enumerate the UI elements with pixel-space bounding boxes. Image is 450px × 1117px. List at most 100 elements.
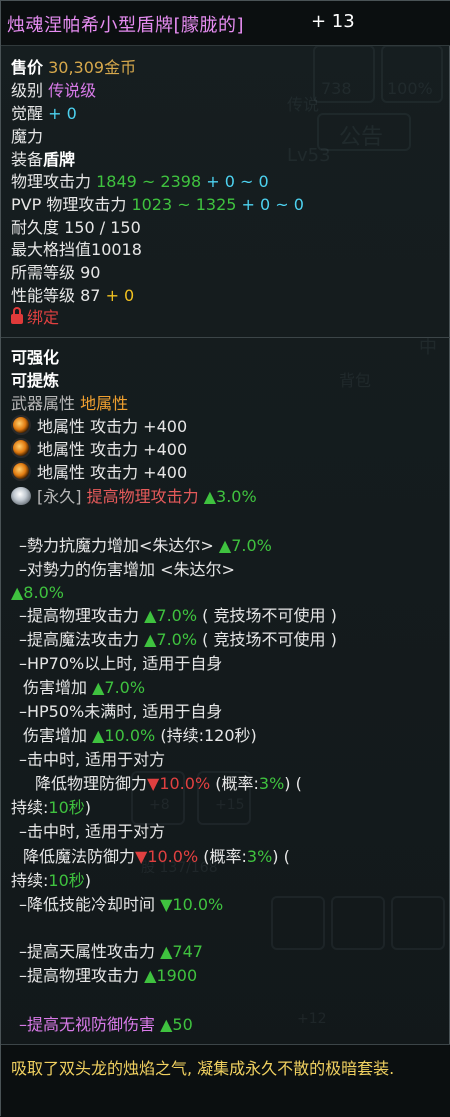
effect-text: 伤害增加: [23, 726, 88, 745]
effect-sky-atk: –提高天属性攻击力 ▲747: [19, 941, 203, 963]
price-label: 售价: [11, 58, 44, 77]
effect-hp70-condition: –HP70%以上时, 适用于自身: [19, 653, 222, 675]
effect-note: (持续:120秒): [160, 726, 257, 745]
bg-bag-label: 背包: [339, 371, 372, 390]
effect-value: ▲10.0%: [92, 726, 156, 745]
effect-value: ▲7.0%: [144, 606, 198, 625]
effect-end: ): [84, 871, 92, 890]
durability-label: 耐久度: [11, 218, 60, 237]
effect-dur: 10秒: [48, 871, 85, 890]
req-level-row: 所需等级 90: [11, 262, 100, 284]
item-enhance-level: + 13: [311, 11, 355, 32]
perf-level-value: 87: [80, 286, 101, 305]
effect-value: ▼10.0%: [135, 847, 199, 866]
bg-plus8-label: +8: [149, 797, 170, 813]
effect-condition: –击中时, 适用于对方: [19, 750, 166, 769]
block-row: 最大格挡值10018: [11, 239, 142, 261]
effect-text: 降低魔法防御力: [23, 847, 136, 866]
effect-text: 降低物理防御力: [35, 774, 148, 793]
effect-prob-label: (概率:: [215, 774, 259, 793]
effect-end: ): [84, 798, 92, 817]
orb-row-2: 地属性 攻击力 +400: [11, 438, 187, 461]
bg-slot-box-7: [391, 896, 445, 950]
effect-phys-def-down: 降低物理防御力▼10.0% (概率:3%) (: [35, 773, 302, 795]
grade-label: 级别: [11, 81, 44, 100]
earth-orb-icon: [11, 461, 31, 481]
effect-magic-def-down: 降低魔法防御力▼10.0% (概率:3%) (: [23, 846, 290, 868]
phys-atk-label: 物理攻击力: [11, 172, 92, 191]
effect-condition: –HP70%以上时, 适用于自身: [19, 654, 223, 673]
bg-level-label: Lv53: [287, 145, 331, 166]
bg-slot-box: [313, 45, 375, 103]
effect-text: –提高物理攻击力: [19, 606, 140, 625]
bound-row: 绑定: [11, 307, 59, 329]
awaken-label: 觉醒: [11, 104, 44, 123]
phys-atk-bonus: + 0 ~ 0: [206, 172, 269, 191]
durability-row: 耐久度 150 / 150: [11, 217, 141, 239]
effect-prob: 3%: [246, 847, 273, 866]
bg-count-label: 738: [321, 79, 352, 98]
bg-plus15-label: +15: [215, 797, 245, 813]
req-level-value: 90: [80, 263, 101, 282]
earth-orb-icon: [11, 415, 31, 435]
effect-cooldown: –降低技能冷却时间 ▼10.0%: [19, 894, 223, 916]
effect-phys-atk: –提高物理攻击力 ▲7.0% ( 竞技场不可使用 ): [19, 605, 337, 627]
effect-value: ▲7.0%: [92, 678, 146, 697]
effect-text: –提高无视防御伤害: [19, 1015, 156, 1034]
effect-value: ▲50: [160, 1015, 193, 1034]
effect-hit-condition-2: –击中时, 适用于对方: [19, 821, 165, 843]
effect-text: –对勢力的伤害增加 <朱达尔>: [19, 560, 235, 579]
effect-value: ▼10.0%: [147, 774, 211, 793]
orb-text: 地属性 攻击力 +400: [37, 463, 188, 482]
awaken-value: + 0: [48, 104, 77, 123]
effect-dur: 10秒: [48, 798, 85, 817]
effect-value: ▲1900: [144, 966, 198, 985]
effect-faction-damage-value-row: ▲8.0%: [11, 582, 64, 604]
orb-row-3: 地属性 攻击力 +400: [11, 461, 187, 484]
effect-value: ▲7.0%: [144, 630, 198, 649]
orb-text: 地属性 攻击力 +400: [37, 440, 188, 459]
item-tooltip: 1频道 738 100% 传说 公告 Lv53 背包 中 +8 +15 股 13…: [0, 0, 450, 1117]
effect-value: ▼10.0%: [160, 895, 224, 914]
grade-value: 传说级: [48, 81, 97, 100]
effect-prob: 3%: [258, 774, 285, 793]
weapon-attr-value: 地属性: [80, 394, 129, 413]
effect-value: ▲8.0%: [11, 583, 64, 602]
block-value: 10018: [91, 240, 142, 259]
weapon-attr-row: 武器属性 地属性: [11, 393, 128, 415]
effect-text: –勢力抗魔力增加<朱达尔>: [19, 536, 214, 555]
phys-atk-value: 1849 ~ 2398: [96, 172, 202, 191]
description-box: 吸取了双头龙的烛焰之气, 凝集成永久不散的极暗套装.: [1, 1044, 450, 1117]
effect-faction-damage: –对勢力的伤害增加 <朱达尔>: [19, 559, 235, 581]
magic-row: 魔力: [11, 126, 43, 148]
can-enhance-row: 可强化: [11, 347, 59, 369]
bg-notice-box: [317, 113, 411, 151]
item-name: 烛魂涅帕希小型盾牌[朦胧的]: [7, 15, 245, 36]
item-description: 吸取了双头龙的烛焰之气, 凝集成永久不散的极暗套装.: [11, 1059, 395, 1078]
pvp-atk-row: PVP 物理攻击力 1023 ~ 1325 + 0 ~ 0: [11, 194, 304, 216]
pvp-atk-value: 1023 ~ 1325: [131, 195, 237, 214]
equip-row: 装备盾牌: [11, 149, 75, 171]
effect-hit-condition-1: –击中时, 适用于对方: [19, 749, 165, 771]
effect-phys-atk-flat: –提高物理攻击力 ▲1900: [19, 965, 197, 987]
effect-close: ) (: [272, 847, 290, 866]
effect-text: –提高物理攻击力: [19, 966, 140, 985]
effect-value: ▲747: [160, 942, 203, 961]
effect-dur-label: 持续:: [11, 871, 49, 890]
equip-label: 装备: [11, 150, 44, 169]
effect-prob-label: (概率:: [203, 847, 247, 866]
weapon-attr-label: 武器属性: [11, 394, 76, 413]
effect-phys-def-duration: 持续:10秒): [11, 797, 91, 819]
permanent-text: 提高物理攻击力: [86, 487, 199, 506]
permanent-tag: [永久]: [37, 487, 82, 506]
effect-close: ) (: [284, 774, 302, 793]
bg-legend-label: 传说: [287, 95, 320, 114]
effect-text: –降低技能冷却时间: [19, 895, 156, 914]
effect-hp50-damage: 伤害增加 ▲10.0% (持续:120秒): [23, 725, 257, 747]
effect-faction-magic-resist: –勢力抗魔力增加<朱达尔> ▲7.0%: [19, 535, 272, 557]
equip-value: 盾牌: [43, 150, 76, 169]
effect-note: ( 竞技场不可使用 ): [202, 606, 337, 625]
title-bar: 烛魂涅帕希小型盾牌[朦胧的] + 13: [1, 1, 450, 46]
perf-level-bonus: + 0: [105, 286, 135, 305]
perf-level-row: 性能等级 87 + 0: [11, 285, 134, 307]
